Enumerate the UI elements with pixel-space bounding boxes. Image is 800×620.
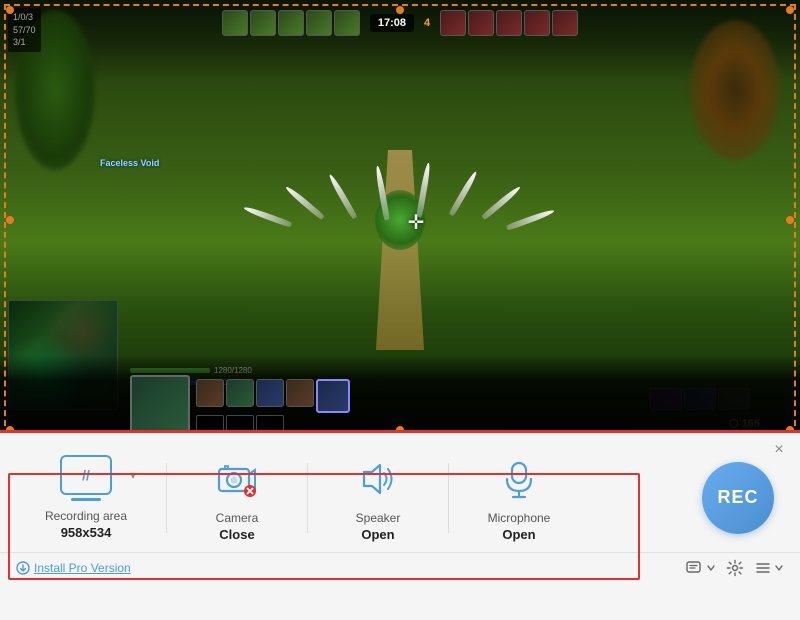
ability-2	[226, 379, 254, 407]
camera-section: Camera Close	[177, 453, 297, 542]
dire-hero-1	[440, 10, 466, 36]
camera-icon-wrap	[211, 453, 263, 505]
divider-1	[166, 463, 167, 533]
rec-label: REC	[717, 487, 758, 508]
radiant-hero-3	[278, 10, 304, 36]
game-timer: 17:08	[370, 14, 414, 32]
microphone-label: Microphone	[488, 511, 551, 525]
hud-bottom	[0, 355, 800, 440]
ability-3	[256, 379, 284, 407]
menu-button[interactable]	[754, 559, 784, 577]
close-button[interactable]: ×	[770, 441, 788, 459]
gear-icon	[726, 559, 744, 577]
speaker-icon-wrap	[352, 453, 404, 505]
speaker-icon	[356, 457, 400, 501]
chevron-down-icon[interactable]: ▾	[130, 468, 136, 482]
chevron-down-icon-menu	[774, 563, 784, 573]
recording-icon-wrap: ▾	[60, 455, 112, 495]
item-mini-2	[226, 415, 254, 431]
rec-button[interactable]: REC	[702, 462, 774, 534]
radiant-hero-4	[306, 10, 332, 36]
dire-hero-4	[524, 10, 550, 36]
radiant-hero-1	[222, 10, 248, 36]
hero-portrait	[130, 375, 190, 435]
language-icon	[686, 559, 704, 577]
score-display: 4	[424, 17, 430, 29]
microphone-section: Microphone Open	[459, 453, 579, 542]
download-icon	[16, 561, 30, 575]
menu-icon	[754, 559, 772, 577]
control-panel: × ▾ Recording area 958x534	[0, 430, 800, 620]
camera-icon	[215, 457, 259, 501]
character-name-label: Faceless Void	[100, 158, 159, 168]
recording-area-icon	[60, 455, 112, 495]
divider-3	[448, 463, 449, 533]
recording-area-section: ▾ Recording area 958x534	[16, 455, 156, 540]
panel-bottom: Install Pro Version	[0, 552, 800, 583]
dire-team-icons	[440, 10, 578, 36]
speaker-status: Open	[361, 527, 394, 542]
install-pro-label: Install Pro Version	[34, 561, 131, 575]
ability-ult	[316, 379, 350, 413]
microphone-icon	[497, 457, 541, 501]
camera-status: Close	[219, 527, 254, 542]
divider-2	[307, 463, 308, 533]
speaker-section: Speaker Open	[318, 453, 438, 542]
panel-main: ▾ Recording area 958x534	[0, 433, 800, 552]
ability-icons	[196, 379, 350, 413]
recording-area-value: 958x534	[61, 525, 112, 540]
microphone-icon-wrap	[493, 453, 545, 505]
speaker-label: Speaker	[356, 511, 401, 525]
lh-stat: 3/1	[13, 36, 36, 49]
game-area: ✛ Faceless Void 1/0/3 57/70 3/1	[0, 0, 800, 440]
item-mini-3	[256, 415, 284, 431]
radiant-team-icons	[222, 10, 360, 36]
rec-button-wrap: REC	[702, 462, 784, 534]
ability-1	[196, 379, 224, 407]
recording-area-label: Recording area	[45, 509, 127, 523]
install-pro-link[interactable]: Install Pro Version	[16, 561, 131, 575]
settings-button[interactable]	[726, 559, 744, 577]
language-button[interactable]	[686, 559, 716, 577]
chevron-down-icon-lang	[706, 563, 716, 573]
ability-4	[286, 379, 314, 407]
radiant-hero-2	[250, 10, 276, 36]
bottom-right-icons	[686, 559, 784, 577]
item-mini-1	[196, 415, 224, 431]
microphone-status: Open	[502, 527, 535, 542]
radiant-hero-5	[334, 10, 360, 36]
dire-hero-2	[468, 10, 494, 36]
dire-hero-3	[496, 10, 522, 36]
dire-hero-5	[552, 10, 578, 36]
hud-top: 17:08 4	[0, 8, 800, 38]
camera-label: Camera	[216, 511, 259, 525]
